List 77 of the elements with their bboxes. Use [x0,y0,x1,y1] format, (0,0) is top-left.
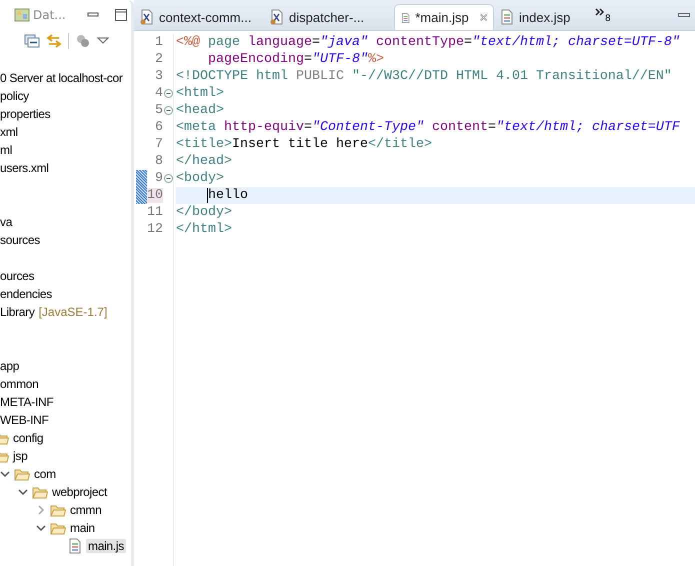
xml-file-icon [270,9,284,25]
file-icon [500,9,514,25]
folder-icon [14,468,30,480]
tree-item[interactable]: xml [0,125,18,139]
line-number: 7 [155,137,163,152]
tree-item[interactable]: users.xml [0,161,49,175]
tree-item[interactable]: policy [0,89,29,103]
code-line: pageEncoding="UTF-8"%> [208,52,384,67]
code-line: hello [208,188,248,203]
tree-item[interactable]: jsp [13,449,28,463]
line-number: 10 [147,188,163,203]
editor-tab[interactable]: *main.jsp [394,4,494,30]
tree-item[interactable]: Library [0,305,35,319]
close-icon[interactable] [480,12,487,23]
line-number: 3 [155,69,163,84]
view-menu-icon[interactable] [97,37,109,45]
text-cursor [207,188,208,203]
tree-item[interactable]: va [0,215,12,229]
tree-item[interactable]: app [0,359,20,373]
tree-item[interactable]: main [70,521,95,535]
change-marker [136,170,147,204]
code-line: </html> [176,222,232,237]
tree-item-decoration: [JavaSE-1.7] [38,305,108,319]
explorer-tab[interactable]: Dat... [14,8,72,22]
code-line: <!DOCTYPE html PUBLIC "-//W3C//DTD HTML 4.01 Transitional//EN" [176,69,672,84]
tree-item[interactable]: com [34,467,56,481]
collapse-all-icon[interactable] [24,34,40,48]
tree-item[interactable]: cmmn [70,503,102,517]
code-line: <meta http-equiv="Content-Type" content="text/html; charset=UTF [176,120,680,135]
gear-cluster-icon[interactable] [75,34,91,48]
line-number: 8 [155,154,163,169]
chevron-down-icon[interactable] [18,487,28,497]
line-number: 9 [155,171,163,186]
line-number: 4 [155,86,163,101]
tree-item[interactable]: ources [0,269,34,283]
line-number: 6 [155,120,163,135]
folder-icon [50,504,66,516]
editor-tab[interactable]: index.jsp [494,4,589,30]
chevron-down-icon[interactable] [0,469,10,479]
line-number: 5 [155,103,163,118]
tree-item[interactable]: endencies [0,287,52,301]
maximize-icon[interactable] [114,8,128,22]
double-chevron-icon [595,8,605,16]
tab-overflow-button[interactable]: 8 [595,8,611,30]
tree-item[interactable]: ommon [0,377,39,391]
file-icon [68,538,82,554]
collapse-icon[interactable] [164,106,172,115]
tree-item[interactable]: 0 Server at localhost-cor [0,71,123,85]
code-line: <html> [176,86,224,101]
tree-item[interactable]: properties [0,107,50,121]
chevron-down-icon[interactable] [36,523,46,533]
minimize-icon[interactable] [677,10,691,20]
tree-item[interactable]: webproject [52,485,108,499]
tree-item[interactable]: config [13,431,44,445]
collapse-icon[interactable] [164,174,172,183]
map-icon [14,8,30,22]
tree-item[interactable]: ml [0,143,12,157]
editor-tab[interactable]: dispatcher-... [264,4,394,30]
line-number: 2 [155,52,163,67]
code-line: <%@ page language="java" contentType="text/html; charset=UTF-8" [176,35,680,50]
collapse-icon[interactable] [164,89,172,98]
tree-item[interactable]: META-INF [0,395,54,409]
folder-icon [50,522,66,534]
line-number: 12 [147,222,163,237]
folder-icon [32,486,48,498]
code-line: <title>Insert title here</title> [176,137,432,152]
line-number: 1 [155,35,163,50]
code-line: </head> [176,154,232,169]
tree-item[interactable]: main.js [86,539,126,553]
xml-file-icon [140,9,154,25]
line-number: 11 [147,205,163,220]
tree-item[interactable]: sources [0,233,40,247]
code-line: <body> [176,171,224,186]
code-line: <head> [176,103,224,118]
tree-item[interactable]: WEB-INF [0,413,49,427]
editor-tab[interactable]: context-comm... [134,4,264,30]
code-line: </body> [176,205,232,220]
